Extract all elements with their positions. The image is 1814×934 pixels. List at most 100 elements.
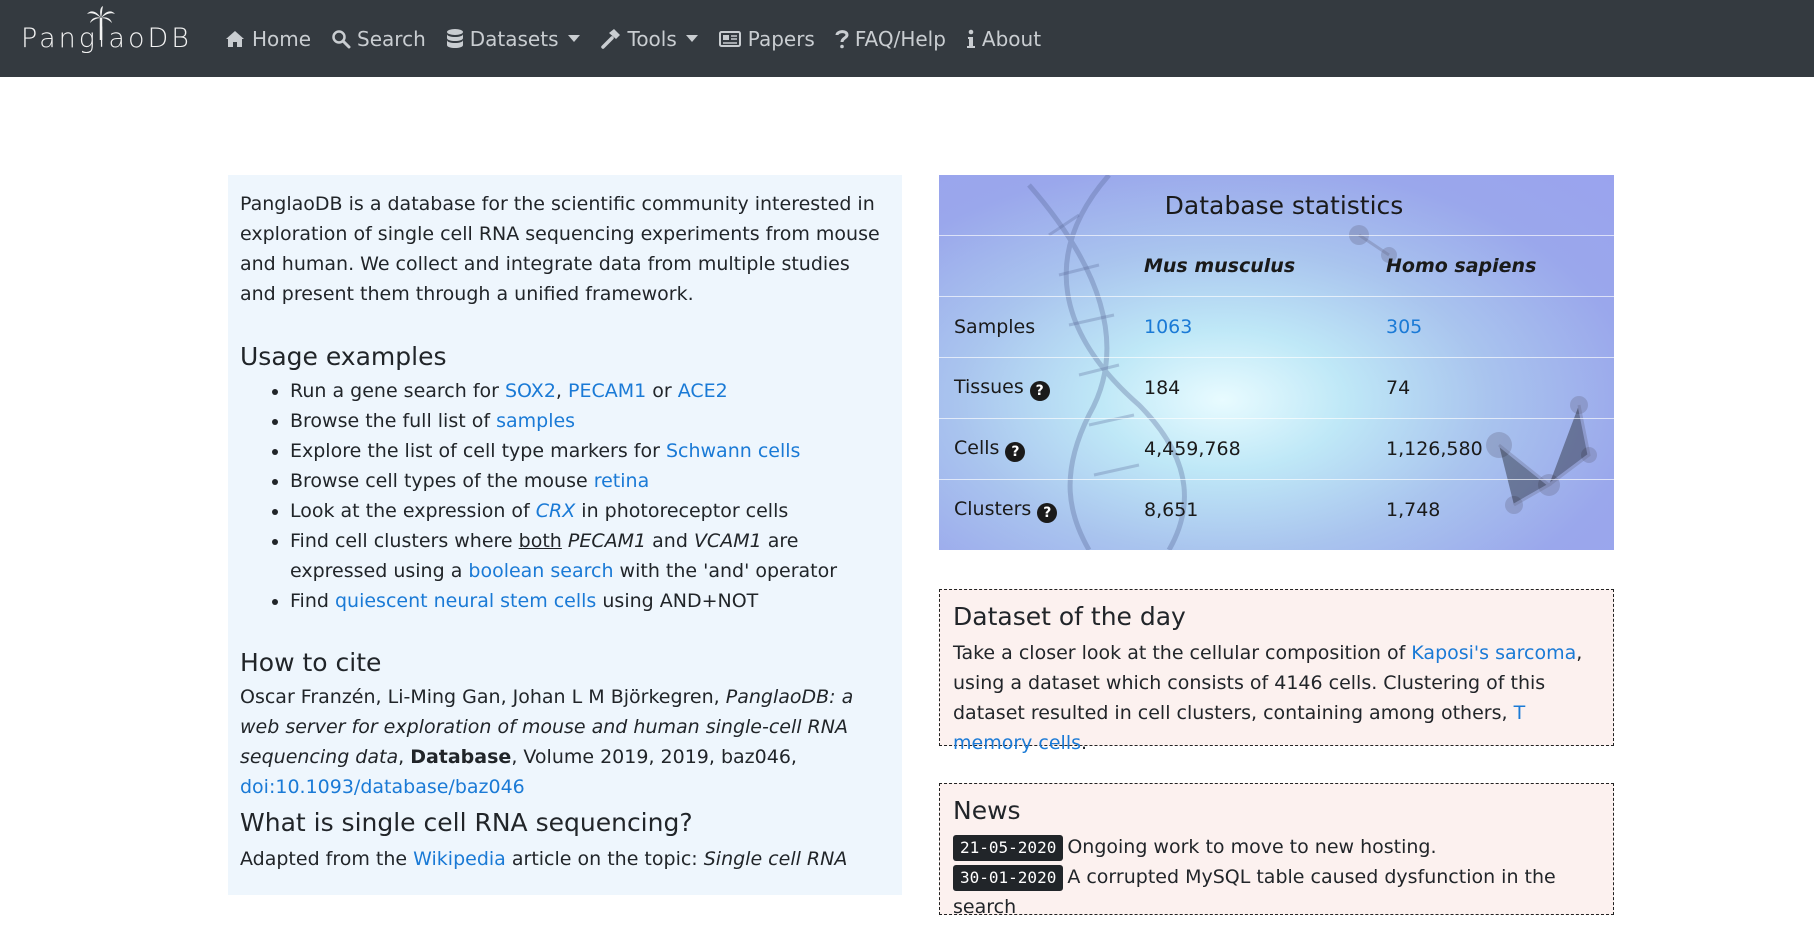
usage-heading: Usage examples (240, 342, 447, 371)
list-item: Find quiescent neural stem cells using A… (290, 586, 890, 616)
row-label-cell: Tissues? (939, 357, 1144, 419)
intro-panel: PanglaoDB is a database for the scientif… (228, 175, 902, 895)
dotd-text: Take a closer look at the cellular compo… (953, 638, 1600, 758)
hammer-icon (600, 28, 620, 49)
table-row: Samples 1063 305 (939, 296, 1614, 358)
news-date-badge: 30-01-2020 (953, 865, 1064, 891)
usage-text: in photoreceptor cells (575, 500, 789, 522)
row-label: Samples (939, 296, 1144, 358)
doi-link[interactable]: doi:10.1093/database/baz046 (240, 776, 525, 798)
wikipedia-link[interactable]: Wikipedia (413, 848, 506, 870)
list-item: Find cell clusters where both PECAM1 and… (290, 526, 890, 586)
news-date-badge: 21-05-2020 (953, 835, 1064, 861)
news-box: News 21-05-2020 Ongoing work to move to n… (939, 783, 1614, 918)
news-heading: News (953, 796, 1021, 825)
mouse-samples-link[interactable]: 1063 (1144, 316, 1192, 338)
mouse-value: 4,459,768 (1144, 418, 1386, 480)
retina-link[interactable]: retina (594, 470, 650, 492)
dotd-text-part: Take a closer look at the cellular compo… (953, 642, 1412, 664)
nav-papers-label: Papers (747, 26, 815, 51)
usage-text: Find (290, 590, 335, 612)
human-value: 1,126,580 (1386, 418, 1614, 480)
cite-heading: How to cite (240, 648, 382, 677)
nav-datasets-label: Datasets (469, 26, 559, 51)
kaposi-sarcoma-link[interactable]: Kaposi's sarcoma (1411, 642, 1576, 664)
nav-tools-label: Tools (627, 26, 677, 51)
samples-link[interactable]: samples (496, 410, 575, 432)
boolean-search-link[interactable]: boolean search (468, 560, 613, 582)
nav-faq-label: FAQ/Help (854, 26, 946, 51)
gene-name: PECAM1 (567, 530, 647, 552)
sox2-link[interactable]: SOX2 (505, 380, 556, 402)
citation: Oscar Franzén, Li-Ming Gan, Johan L M Bj… (240, 682, 890, 802)
gene-name: VCAM1 (693, 530, 762, 552)
palm-tree-icon (87, 6, 115, 40)
cite-text: , Volume 2019, 2019, baz046, (511, 746, 797, 768)
schwann-cells-link[interactable]: Schwann cells (666, 440, 800, 462)
nav-home[interactable]: Home (224, 27, 311, 51)
mouse-value: 184 (1144, 357, 1386, 419)
dotd-heading: Dataset of the day (953, 602, 1186, 631)
brand-logo[interactable]: PanglaoDB (21, 6, 192, 54)
nav-home-label: Home (251, 26, 312, 51)
nav-faq[interactable]: FAQ/Help (835, 27, 946, 51)
usage-text: Browse cell types of the mouse (290, 470, 594, 492)
chevron-down-icon (685, 35, 698, 42)
nav-about-label: About (981, 26, 1042, 51)
row-label-cell: Cells? (939, 418, 1144, 480)
nav-tools[interactable]: Tools (600, 27, 698, 51)
scrna-italic: Single cell RNA (703, 848, 848, 870)
nav-datasets[interactable]: Datasets (446, 27, 580, 51)
table-row: Clusters? 8,651 1,748 (939, 479, 1614, 540)
scrna-heading: What is single cell RNA sequencing? (240, 808, 693, 837)
list-item: Browse cell types of the mouse retina (290, 466, 890, 496)
home-icon (225, 30, 244, 47)
nav-search-label: Search (357, 26, 426, 51)
species-human: Homo sapiens (1386, 235, 1614, 297)
list-item: Browse the full list of samples (290, 406, 890, 436)
help-icon[interactable]: ? (1029, 380, 1050, 401)
row-label: Clusters (954, 497, 1032, 520)
dotd-text-part: . (1081, 732, 1088, 754)
ace2-link[interactable]: ACE2 (678, 380, 728, 402)
newspaper-icon (718, 30, 741, 47)
main-nav: Home Search Datasets Tools Papers FAQ/He… (224, 27, 1061, 51)
news-item: 21-05-2020 Ongoing work to move to new ho… (953, 832, 1600, 862)
human-samples-link[interactable]: 305 (1386, 316, 1422, 338)
list-item: Run a gene search for SOX2, PECAM1 or AC… (290, 376, 890, 406)
news-item: 30-01-2020 A corrupted MySQL table caused… (953, 862, 1600, 922)
chevron-down-icon (567, 35, 580, 42)
quiescent-nsc-link[interactable]: quiescent neural stem cells (335, 590, 596, 612)
usage-list: Run a gene search for SOX2, PECAM1 or AC… (240, 376, 890, 616)
usage-text: Find cell clusters where (290, 530, 519, 552)
dataset-of-the-day: Dataset of the day Take a closer look at… (939, 589, 1614, 754)
nav-papers[interactable]: Papers (718, 27, 815, 51)
usage-text: , (555, 380, 568, 402)
search-icon (332, 29, 351, 48)
usage-text: Explore the list of cell type markers fo… (290, 440, 666, 462)
help-icon[interactable]: ? (1005, 441, 1026, 462)
species-mouse: Mus musculus (1144, 235, 1386, 297)
usage-text: and (646, 530, 694, 552)
pecam1-link[interactable]: PECAM1 (568, 380, 646, 402)
usage-text: Look at the expression of (290, 500, 536, 522)
usage-text: or (646, 380, 678, 402)
question-icon (835, 29, 849, 48)
scrna-text-part: Adapted from the (240, 848, 414, 870)
row-label: Tissues (954, 375, 1024, 398)
news-text: Ongoing work to move to new hosting. (1067, 836, 1437, 858)
empty-header (939, 235, 1144, 297)
table-row: Tissues? 184 74 (939, 357, 1614, 419)
row-label: Cells (954, 436, 1000, 459)
list-item: Explore the list of cell type markers fo… (290, 436, 890, 466)
scrna-text: Adapted from the Wikipedia article on th… (240, 844, 890, 874)
help-icon[interactable]: ? (1037, 502, 1058, 523)
intro-text: PanglaoDB is a database for the scientif… (240, 193, 880, 305)
nav-about[interactable]: About (966, 27, 1041, 51)
stats-title: Database statistics (1164, 190, 1404, 220)
emphasis-text: both (518, 530, 562, 552)
crx-link[interactable]: CRX (536, 500, 575, 522)
table-row: Cells? 4,459,768 1,126,580 (939, 418, 1614, 480)
human-value: 1,748 (1386, 479, 1614, 540)
nav-search[interactable]: Search (331, 27, 426, 51)
